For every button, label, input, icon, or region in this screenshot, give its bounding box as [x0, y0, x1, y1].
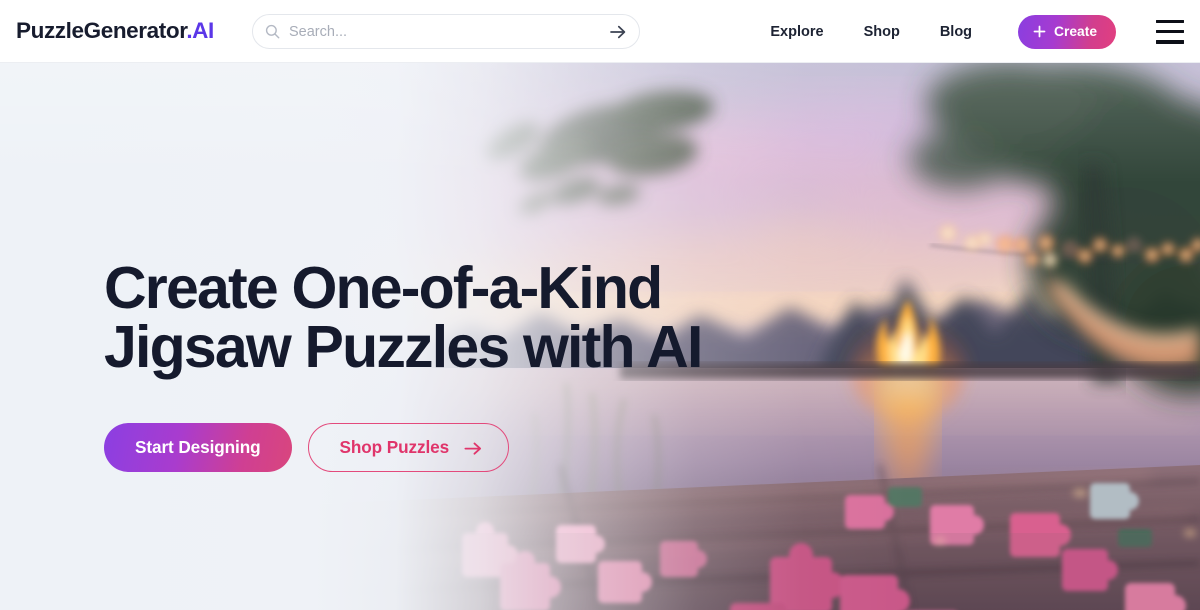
menu-bar-2 — [1156, 29, 1184, 34]
search-submit-arrow-icon[interactable] — [607, 21, 629, 43]
shop-puzzles-label: Shop Puzzles — [339, 437, 450, 457]
main-navigation: Explore Shop Blog Create — [770, 0, 1184, 63]
site-logo[interactable]: PuzzleGenerator.AI — [16, 18, 214, 44]
create-button[interactable]: Create — [1018, 14, 1116, 49]
arrow-right-icon — [464, 440, 483, 455]
search-icon — [265, 24, 280, 39]
search-input[interactable] — [289, 23, 607, 40]
start-designing-button[interactable]: Start Designing — [104, 423, 292, 472]
hero-heading-line-1: Create One-of-a-Kind — [104, 255, 663, 321]
hero-section: Create One-of-a-Kind Jigsaw Puzzles with… — [0, 63, 1200, 610]
logo-ai-suffix: AI — [192, 18, 214, 43]
create-button-label: Create — [1054, 24, 1097, 39]
hero-cta-row: Start Designing Shop Puzzles — [104, 423, 510, 472]
menu-bar-3 — [1156, 40, 1184, 44]
search-bar[interactable] — [252, 14, 640, 49]
shop-puzzles-button[interactable]: Shop Puzzles — [307, 423, 510, 472]
logo-name: PuzzleGenerator — [16, 18, 187, 43]
page-root: PuzzleGenerator.AI Explore Shop Blog — [0, 0, 1200, 610]
menu-bar-1 — [1156, 19, 1184, 23]
hamburger-menu-icon[interactable] — [1156, 19, 1184, 44]
nav-link-explore[interactable]: Explore — [770, 18, 823, 46]
nav-link-shop[interactable]: Shop — [864, 18, 900, 46]
site-header: PuzzleGenerator.AI Explore Shop Blog — [0, 0, 1200, 63]
hero-heading: Create One-of-a-Kind Jigsaw Puzzles with… — [104, 255, 703, 380]
nav-link-blog[interactable]: Blog — [940, 18, 972, 46]
plus-icon — [1033, 25, 1046, 38]
hero-heading-line-2: Jigsaw Puzzles with AI — [104, 314, 703, 380]
